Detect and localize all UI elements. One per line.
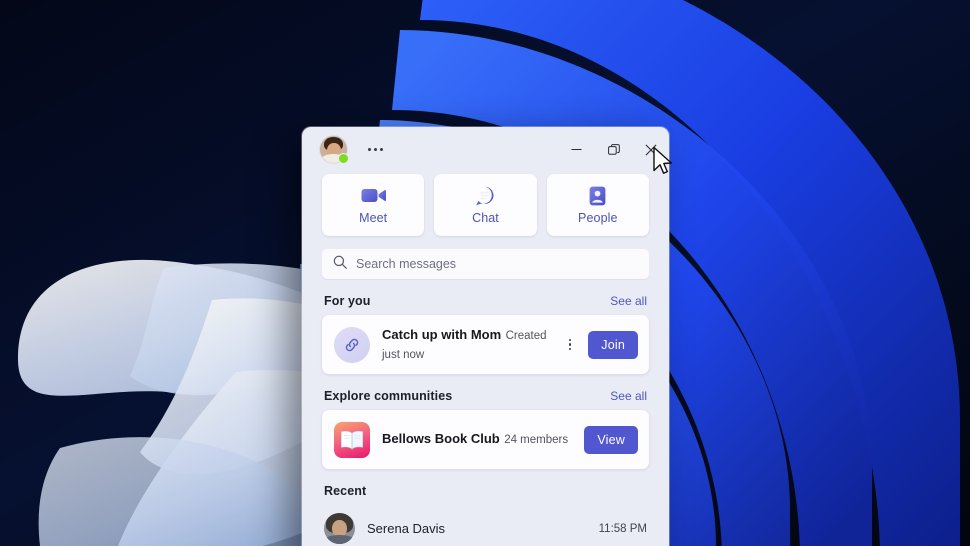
contact-name: Serena Davis — [367, 521, 446, 536]
presence-available-badge — [338, 153, 349, 164]
dot — [568, 338, 572, 342]
close-icon — [645, 144, 656, 155]
desktop: Meet Chat People Search messages For you… — [0, 0, 970, 546]
community-card[interactable]: Bellows Book Club 24 members View — [322, 410, 649, 469]
see-all-explore-communities[interactable]: See all — [610, 389, 647, 403]
contact-avatar — [324, 513, 355, 544]
for-you-card[interactable]: Catch up with Mom Created just now Join — [322, 315, 649, 374]
restore-icon — [607, 143, 620, 155]
search-area — [302, 236, 669, 279]
chat-app-window: Meet Chat People Search messages For you… — [302, 127, 669, 546]
search-icon — [333, 255, 347, 274]
dot — [568, 347, 572, 351]
search-box[interactable] — [322, 249, 649, 279]
see-all-for-you[interactable]: See all — [610, 294, 647, 308]
contact-card-icon — [589, 186, 606, 206]
view-button[interactable]: View — [584, 425, 638, 454]
quick-action-people[interactable]: People — [546, 174, 649, 236]
quick-action-label: Chat — [472, 210, 499, 225]
quick-actions: Meet Chat People — [302, 174, 669, 236]
section-header-recent: Recent — [322, 469, 649, 505]
more-options-button[interactable] — [364, 142, 387, 157]
for-you-card-text: Catch up with Mom Created just now — [382, 326, 552, 362]
quick-action-meet[interactable]: Meet — [322, 174, 425, 236]
window-controls — [558, 127, 669, 172]
section-title: For you — [324, 294, 371, 308]
chat-bubble-icon — [475, 186, 496, 206]
community-card-text: Bellows Book Club 24 members — [382, 430, 572, 448]
section-header-explore-communities: Explore communities See all — [322, 374, 649, 410]
dot — [568, 343, 572, 346]
avatar-body — [325, 535, 354, 544]
minimize-button[interactable] — [558, 127, 595, 172]
card-title: Catch up with Mom — [382, 327, 502, 343]
dot — [374, 148, 377, 151]
search-input[interactable] — [356, 257, 638, 271]
title-bar — [302, 127, 669, 172]
close-button[interactable] — [632, 127, 669, 172]
recent-list-item[interactable]: Serena Davis 11:58 PM — [322, 505, 649, 544]
link-icon — [334, 326, 370, 363]
message-timestamp: 11:58 PM — [598, 522, 647, 535]
content-area: For you See all Catch up with Mom Create… — [302, 279, 669, 546]
section-title: Explore communities — [324, 389, 453, 403]
join-button[interactable]: Join — [588, 330, 638, 359]
quick-action-label: Meet — [359, 210, 388, 225]
avatar[interactable] — [320, 136, 349, 164]
dot — [368, 148, 371, 151]
minimize-icon — [571, 149, 582, 150]
card-title: Bellows Book Club — [382, 431, 500, 447]
restore-button[interactable] — [595, 127, 632, 172]
dot — [380, 148, 383, 151]
open-book-icon — [334, 421, 370, 458]
video-camera-icon — [361, 186, 386, 206]
card-subtitle: 24 members — [504, 434, 569, 447]
section-title: Recent — [324, 484, 367, 498]
section-header-for-you: For you See all — [322, 279, 649, 315]
quick-action-chat[interactable]: Chat — [434, 174, 537, 236]
quick-action-label: People — [578, 210, 618, 225]
card-overflow-menu-button[interactable] — [564, 335, 577, 355]
